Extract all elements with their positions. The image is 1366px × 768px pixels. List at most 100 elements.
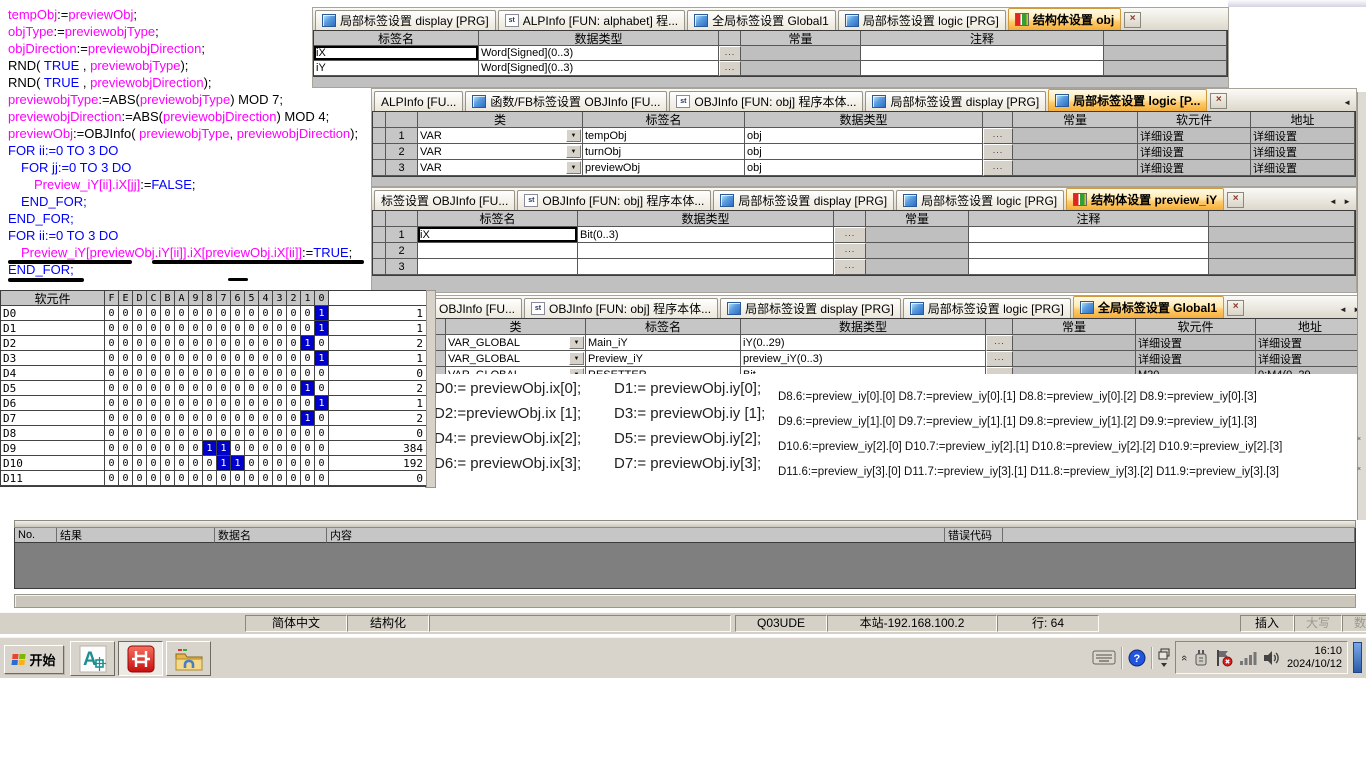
device-monitor-table[interactable]: 软元件FEDCBA9876543210D000000000000000011D1… [0, 290, 428, 487]
var-class-dropdown[interactable]: VAR▼ [418, 128, 583, 144]
detail-button[interactable]: ... [719, 61, 741, 76]
table-cell[interactable]: iX [418, 227, 578, 243]
removable-device-icon[interactable] [1193, 649, 1209, 667]
var-class-dropdown[interactable]: VAR▼ [418, 160, 583, 176]
table-cell[interactable]: preview_iY(0..3) [741, 351, 986, 367]
detail-settings-link[interactable]: 详细设置 [1138, 144, 1251, 160]
table-cell[interactable] [418, 243, 578, 259]
detail-settings-link[interactable]: 详细设置 [1256, 351, 1365, 367]
document-tab[interactable]: 全局标签设置 Global1 [687, 10, 836, 30]
document-tab[interactable]: 局部标签设置 logic [P... [1048, 89, 1207, 111]
table-cell[interactable]: turnObj [583, 144, 745, 160]
document-tab[interactable]: 局部标签设置 display [PRG] [865, 91, 1046, 111]
detail-button[interactable]: ... [986, 335, 1013, 351]
detail-settings-link[interactable]: 详细设置 [1138, 160, 1251, 176]
detail-button[interactable]: ... [719, 46, 741, 61]
signal-strength-icon[interactable] [1239, 650, 1257, 666]
table-cell[interactable]: Bit [741, 367, 986, 374]
table-cell[interactable]: RESETTER [586, 367, 741, 374]
document-tab[interactable]: ALPInfo [FU... [374, 91, 463, 111]
watch-content[interactable] [14, 543, 1356, 589]
document-tab[interactable]: 结构体设置 obj [1008, 8, 1121, 30]
document-tab[interactable]: 函数/FB标签设置 OBJInfo [FU... [465, 91, 667, 111]
detail-settings-link[interactable]: 详细设置 [1251, 144, 1355, 160]
document-tab[interactable]: stOBJInfo [FUN: obj] 程序本体... [524, 298, 718, 318]
detail-settings-link[interactable]: 详细设置 [1136, 335, 1256, 351]
bit-cell: 0 [133, 336, 147, 351]
table-cell[interactable]: obj [745, 160, 983, 176]
var-class-dropdown[interactable]: VAR▼ [418, 144, 583, 160]
st-code-editor[interactable]: tempObj:=previewObj;objType:=previewobjT… [8, 6, 348, 278]
bit-cell: 0 [105, 366, 119, 381]
table-cell[interactable]: iY [314, 61, 479, 76]
detail-button[interactable]: ... [983, 160, 1013, 176]
table-cell[interactable]: Bit(0..3) [578, 227, 834, 243]
var-class-dropdown[interactable]: VAR_GLOBAL▼ [446, 351, 586, 367]
document-tab[interactable]: 全局标签设置 Global1 [1073, 296, 1224, 318]
detail-settings-link[interactable]: M20 [1136, 367, 1256, 374]
table-cell[interactable] [418, 259, 578, 275]
document-tab[interactable]: 局部标签设置 display [PRG] [315, 10, 496, 30]
network-error-flag-icon[interactable] [1215, 649, 1233, 667]
keyboard-icon[interactable] [1092, 650, 1116, 665]
table-cell[interactable]: Preview_iY [586, 351, 741, 367]
table-cell[interactable]: tempObj [583, 128, 745, 144]
start-button[interactable]: 开始 [4, 645, 64, 674]
document-tab[interactable]: 局部标签设置 display [PRG] [713, 190, 894, 210]
tab-close-button[interactable]: × [1227, 300, 1244, 316]
detail-settings-link[interactable]: 详细设置 [1256, 335, 1365, 351]
tray-clock[interactable]: 16:10 2024/10/12 [1287, 645, 1342, 671]
document-tab[interactable]: stOBJInfo [FUN: obj] 程序本体... [669, 91, 863, 111]
table-cell[interactable]: Word[Signed](0..3) [479, 46, 719, 61]
detail-settings-link[interactable]: 详细设置 [1136, 351, 1256, 367]
detail-settings-link[interactable]: 详细设置 [1251, 160, 1355, 176]
detail-button[interactable]: ... [983, 144, 1013, 160]
tab-scroll-arrows[interactable]: ◄ [1343, 98, 1353, 111]
document-tab[interactable]: 标签设置 OBJInfo [FU... [374, 190, 515, 210]
detail-button[interactable]: ... [983, 128, 1013, 144]
bit-cell: 0 [161, 306, 175, 321]
detail-button[interactable]: ... [986, 367, 1013, 374]
document-tab[interactable]: 结构体设置 preview_iY [1066, 188, 1224, 210]
table-cell[interactable]: Word[Signed](0..3) [479, 61, 719, 76]
tab-close-button[interactable]: × [1124, 12, 1141, 28]
detail-settings-link[interactable]: 详细设置 [1138, 128, 1251, 144]
table-cell[interactable]: Main_iY [586, 335, 741, 351]
table-cell[interactable]: previewObj [583, 160, 745, 176]
table-cell[interactable]: iY(0..29) [741, 335, 986, 351]
show-desktop-edge[interactable] [1353, 642, 1362, 673]
detail-settings-link[interactable]: 详细设置 [1251, 128, 1355, 144]
monitor-scrollbar[interactable] [426, 290, 436, 488]
table-cell[interactable] [578, 243, 834, 259]
table-cell[interactable]: iX [314, 46, 479, 61]
detail-button[interactable]: ... [986, 351, 1013, 367]
help-icon[interactable]: ? [1128, 649, 1146, 667]
detail-button[interactable]: ... [834, 259, 866, 275]
document-tab[interactable]: 局部标签设置 logic [PRG] [896, 190, 1064, 210]
watch-grip[interactable] [14, 520, 1356, 528]
tab-scroll-arrows[interactable]: ◄ ► [1329, 197, 1353, 210]
document-tab[interactable]: 局部标签设置 display [PRG] [720, 298, 901, 318]
table-cell[interactable]: obj [745, 128, 983, 144]
tab-close-button[interactable]: × [1210, 93, 1227, 109]
detail-settings-link[interactable]: 0:M4(0..29 [1256, 367, 1365, 374]
document-tab[interactable]: 局部标签设置 logic [PRG] [903, 298, 1071, 318]
detail-button[interactable]: ... [834, 227, 866, 243]
document-tab[interactable]: stOBJInfo [FUN: obj] 程序本体... [517, 190, 711, 210]
taskbar-app-cad[interactable]: A [70, 641, 115, 676]
detail-button[interactable]: ... [834, 243, 866, 259]
document-tab[interactable]: OBJInfo [FU... [432, 298, 522, 318]
document-tab[interactable]: 局部标签设置 logic [PRG] [838, 10, 1006, 30]
taskbar-app-gxworks[interactable] [118, 641, 163, 676]
var-class-dropdown[interactable]: VAR_GLOBAL▼ [446, 335, 586, 351]
table-cell[interactable]: obj [745, 144, 983, 160]
table-cell[interactable] [578, 259, 834, 275]
document-tab[interactable]: stALPInfo [FUN: alphabet] 程... [498, 10, 685, 30]
right-scrollbar[interactable] [1357, 92, 1366, 520]
var-class-dropdown[interactable]: VAR_GLOBAL▼ [446, 367, 586, 374]
tray-expand-chevron[interactable]: « [1178, 654, 1190, 660]
taskbar-app-explorer[interactable] [166, 641, 211, 676]
tab-close-button[interactable]: × [1227, 192, 1244, 208]
restore-windows-icon[interactable] [1158, 648, 1170, 668]
speaker-icon[interactable] [1263, 650, 1281, 666]
